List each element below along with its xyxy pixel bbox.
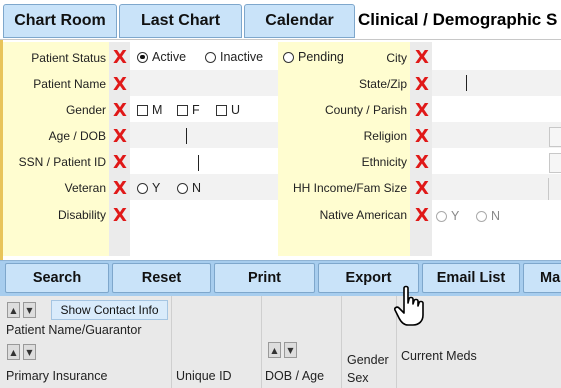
header-patient-name[interactable]: Patient Name/Guarantor [6, 323, 142, 337]
clear-x-icon[interactable]: X [113, 128, 127, 146]
clear-x-icon[interactable]: X [113, 102, 127, 120]
clear-x-icon[interactable]: X [415, 207, 429, 225]
search-button[interactable]: Search [5, 263, 109, 293]
label-veteran: Veteran [64, 181, 106, 195]
radio-label: N [491, 209, 501, 223]
header-gender[interactable]: Gender [347, 353, 389, 367]
age-dob-field[interactable] [131, 124, 277, 148]
label-age-dob: Age / DOB [48, 129, 106, 143]
header-dob-age[interactable]: DOB / Age [265, 369, 324, 383]
radio-veteran-n[interactable]: N [177, 181, 201, 195]
text-caret [186, 128, 187, 144]
print-button[interactable]: Print [214, 263, 315, 293]
sort-up-icon[interactable]: ▲ [7, 302, 20, 318]
label-native-american: Native American [319, 208, 407, 222]
tab-chart-room[interactable]: Chart Room [3, 4, 117, 38]
page-title: Clinical / Demographic S [358, 10, 558, 29]
label-hh-income: HH Income/Fam Size [292, 181, 407, 195]
checkbox-gender-f[interactable]: F [177, 103, 200, 117]
ssn-field[interactable] [131, 150, 277, 174]
header-current-meds[interactable]: Current Meds [401, 349, 477, 363]
sort-down-icon[interactable]: ▼ [23, 302, 36, 318]
radio-status-active[interactable]: Active [137, 50, 186, 64]
clear-x-icon[interactable]: X [415, 76, 429, 94]
label-gender: Gender [65, 103, 106, 117]
radio-status-inactive[interactable]: Inactive [205, 50, 263, 64]
radio-label: N [192, 181, 202, 195]
more-button[interactable]: Ma [523, 263, 561, 293]
label-city: City [386, 51, 407, 65]
county-field[interactable] [433, 98, 561, 122]
label-county: County / Parish [324, 103, 407, 117]
tab-calendar[interactable]: Calendar [244, 4, 355, 38]
label-patient-name: Patient Name [33, 77, 106, 91]
clear-x-icon[interactable]: X [113, 49, 127, 67]
ethnicity-select[interactable] [549, 153, 561, 173]
clear-x-icon[interactable]: X [113, 180, 127, 198]
sort-up-icon[interactable]: ▲ [7, 344, 20, 360]
radio-native-y[interactable]: Y [436, 209, 459, 223]
radio-label: Active [152, 50, 187, 64]
header-sex[interactable]: Sex [347, 371, 369, 385]
disability-field[interactable] [131, 202, 277, 226]
show-contact-info-button[interactable]: Show Contact Info [51, 300, 168, 320]
clear-x-icon[interactable]: X [415, 49, 429, 67]
email-list-button[interactable]: Email List [422, 263, 520, 293]
label-ssn: SSN / Patient ID [18, 155, 106, 169]
city-field[interactable] [433, 46, 561, 68]
clear-x-icon[interactable]: X [415, 154, 429, 172]
label-state-zip: State/Zip [358, 77, 407, 91]
reset-button[interactable]: Reset [112, 263, 211, 293]
checkbox-label: F [192, 103, 200, 117]
radio-native-n[interactable]: N [476, 209, 500, 223]
hh-income-divider [548, 178, 549, 200]
radio-label: Y [152, 181, 161, 195]
header-unique-id[interactable]: Unique ID [176, 369, 232, 383]
clear-x-icon[interactable]: X [415, 180, 429, 198]
radio-label: Inactive [220, 50, 264, 64]
label-patient-status: Patient Status [31, 51, 106, 65]
right-label-column [278, 42, 410, 256]
sort-down-icon[interactable]: ▼ [23, 344, 36, 360]
state-zip-field[interactable] [433, 71, 561, 95]
radio-label: Y [451, 209, 460, 223]
clear-x-icon[interactable]: X [415, 128, 429, 146]
checkbox-gender-m[interactable]: M [137, 103, 162, 117]
clear-x-icon[interactable]: X [415, 102, 429, 120]
patient-name-field[interactable] [131, 71, 277, 95]
sort-down-icon[interactable]: ▼ [284, 342, 297, 358]
hand-cursor-icon [394, 285, 424, 326]
label-religion: Religion [363, 129, 407, 143]
checkbox-label: M [152, 103, 163, 117]
checkbox-label: U [231, 103, 241, 117]
text-caret [198, 155, 199, 171]
tab-last-chart[interactable]: Last Chart [119, 4, 242, 38]
label-ethnicity: Ethnicity [361, 155, 407, 169]
checkbox-gender-u[interactable]: U [216, 103, 240, 117]
row-shade [432, 122, 561, 148]
radio-veteran-y[interactable]: Y [137, 181, 160, 195]
clear-x-icon[interactable]: X [113, 154, 127, 172]
header-primary-insurance[interactable]: Primary Insurance [6, 369, 107, 383]
row-shade [432, 174, 561, 200]
religion-select[interactable] [549, 127, 561, 147]
clear-x-icon[interactable]: X [113, 207, 127, 225]
clear-x-icon[interactable]: X [113, 76, 127, 94]
label-disability: Disability [57, 208, 106, 222]
text-caret [466, 75, 467, 91]
sort-up-icon[interactable]: ▲ [268, 342, 281, 358]
left-label-column [3, 42, 109, 256]
